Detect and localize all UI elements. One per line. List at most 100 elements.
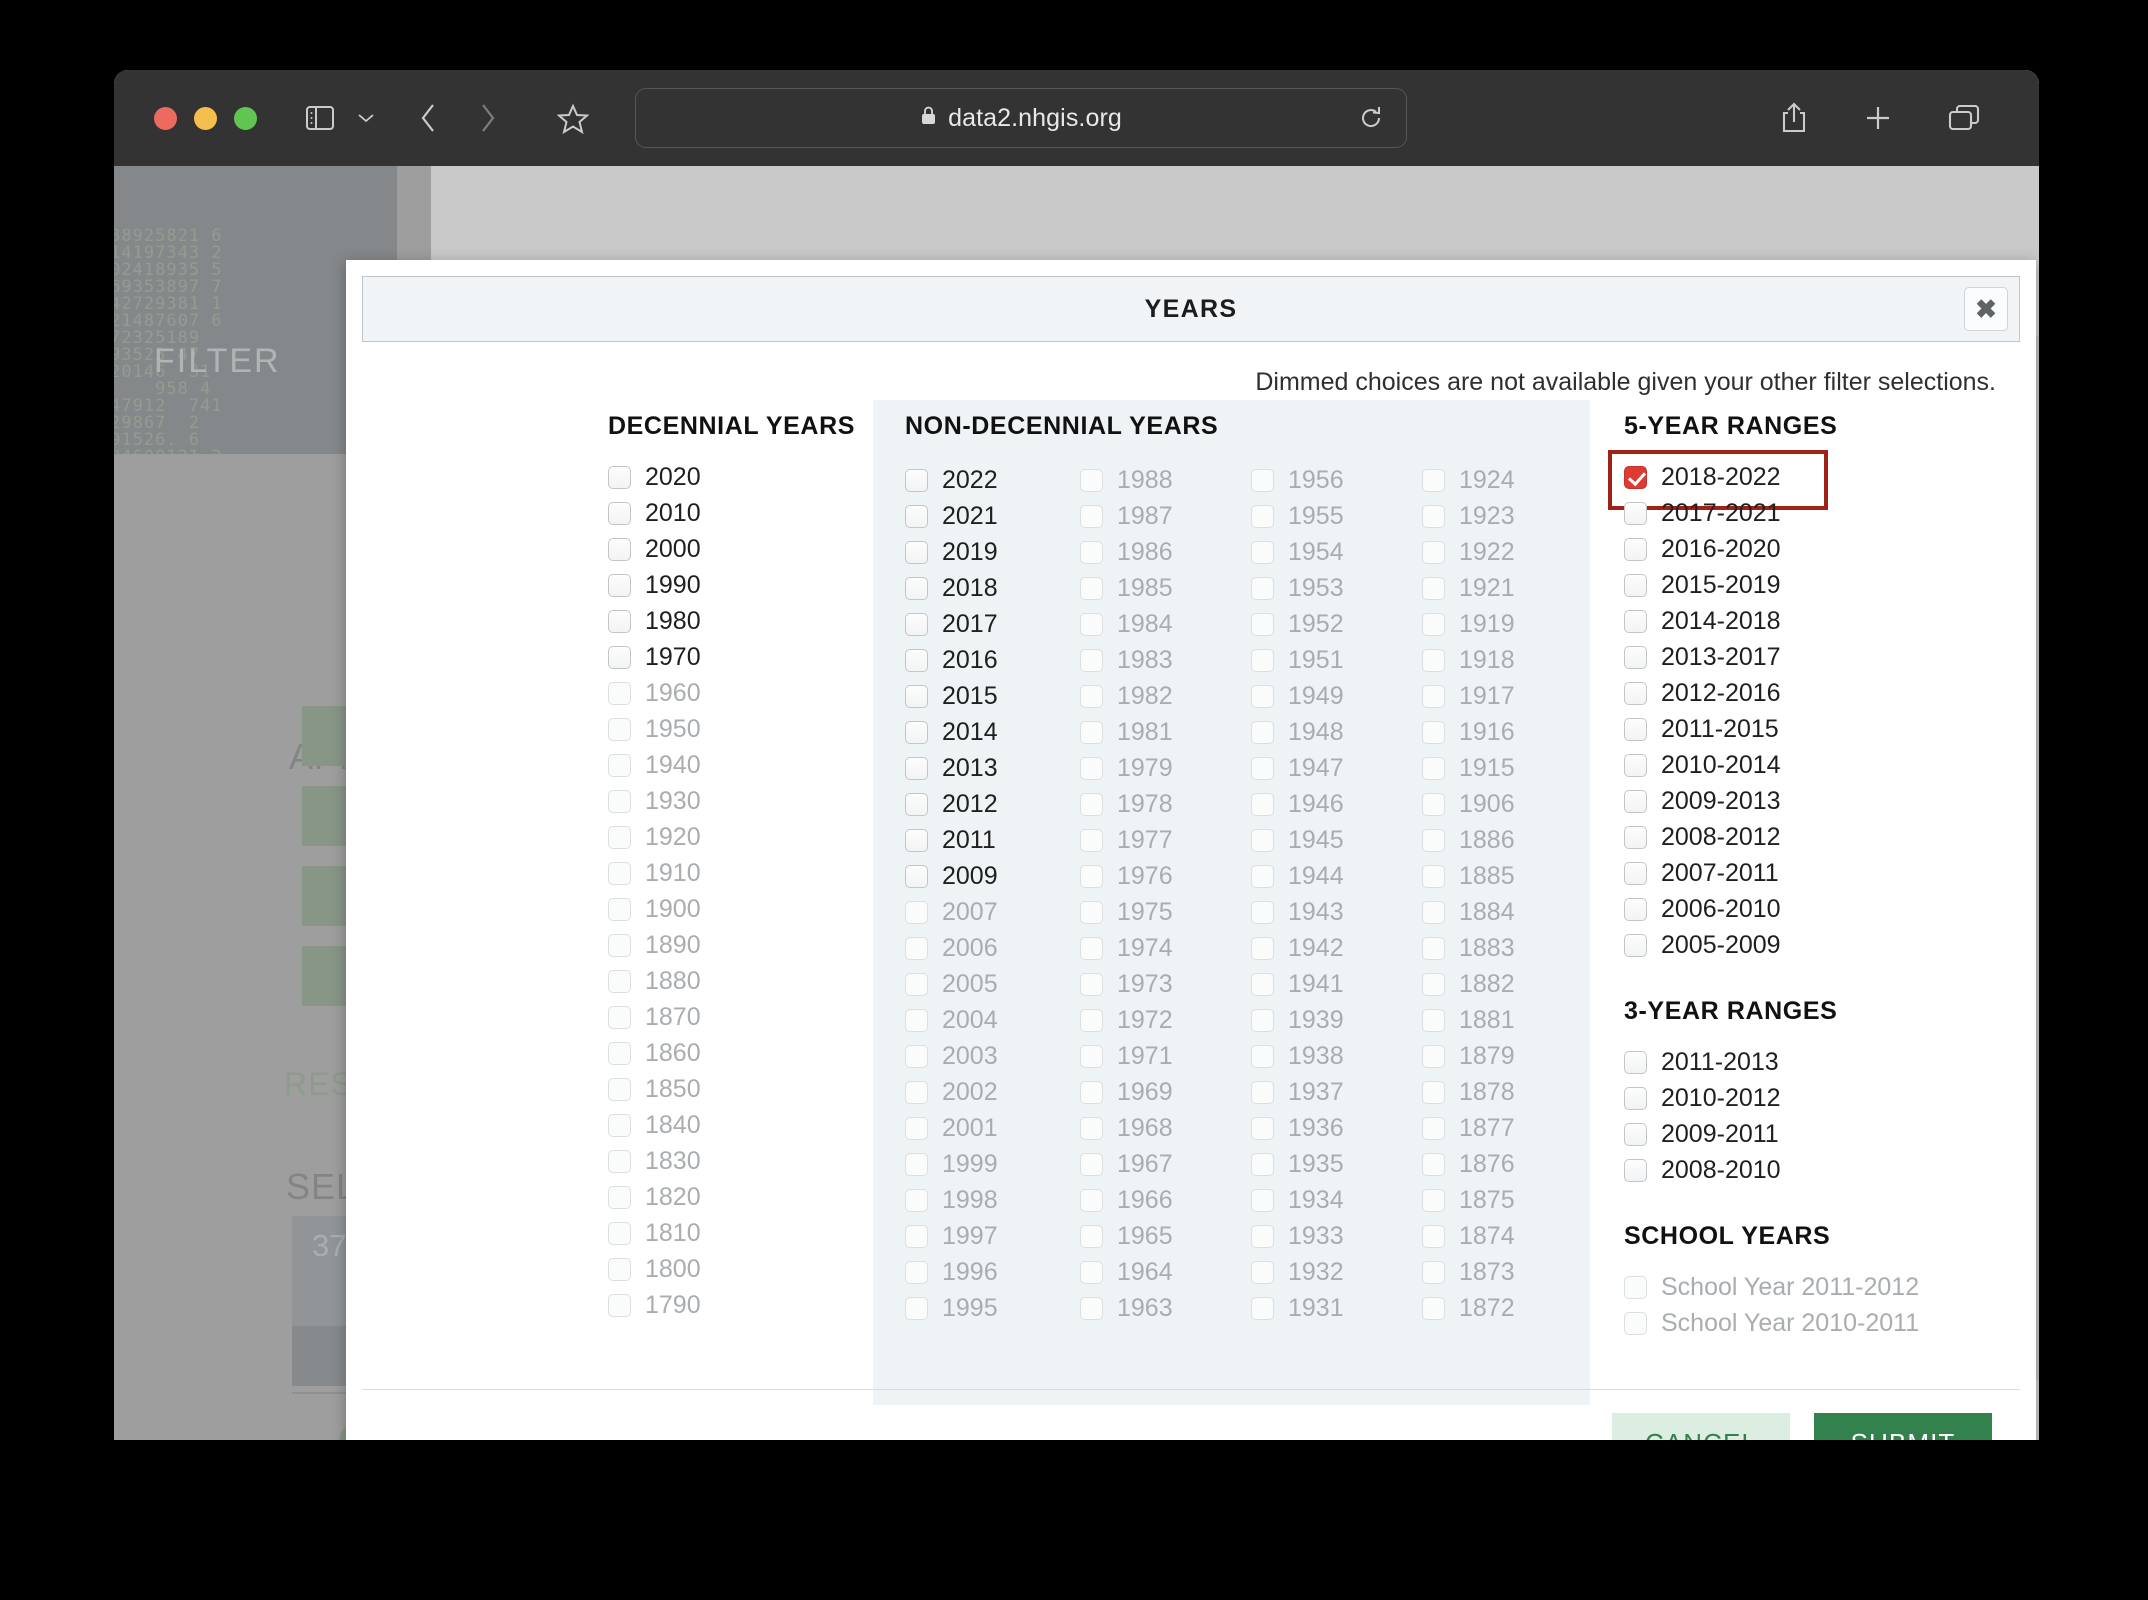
year-option[interactable]: 2017 xyxy=(905,606,1080,642)
year-option[interactable]: 1980 xyxy=(608,603,863,639)
year-option[interactable]: 2016 xyxy=(905,642,1080,678)
checkbox-icon[interactable] xyxy=(905,504,928,528)
checkbox-icon[interactable] xyxy=(608,609,631,633)
year-option[interactable]: 2015-2019 xyxy=(1624,567,2004,603)
checkbox-icon xyxy=(1251,612,1274,636)
checkbox-icon[interactable] xyxy=(1624,645,1647,669)
year-option[interactable]: 2010-2012 xyxy=(1624,1080,2004,1116)
year-option[interactable]: 2009 xyxy=(905,858,1080,894)
share-icon[interactable] xyxy=(1779,101,1809,135)
year-option[interactable]: 2009-2011 xyxy=(1624,1116,2004,1152)
year-option-label: 1975 xyxy=(1117,897,1173,926)
close-window-button[interactable] xyxy=(154,106,177,130)
year-option[interactable]: 2010-2014 xyxy=(1624,747,2004,783)
checkbox-icon[interactable] xyxy=(1624,537,1647,561)
year-option[interactable]: 2012-2016 xyxy=(1624,675,2004,711)
maximize-window-button[interactable] xyxy=(234,106,257,130)
checkbox-checked-icon[interactable] xyxy=(1624,465,1647,489)
checkbox-icon[interactable] xyxy=(608,501,631,525)
checkbox-icon[interactable] xyxy=(1624,681,1647,705)
checkbox-icon[interactable] xyxy=(1624,717,1647,741)
navigation-buttons[interactable] xyxy=(419,102,497,134)
year-option[interactable]: 2018 xyxy=(905,570,1080,606)
reload-icon[interactable] xyxy=(1358,104,1384,132)
checkbox-icon[interactable] xyxy=(1624,1086,1647,1110)
year-option[interactable]: 2014 xyxy=(905,714,1080,750)
back-chevron-icon[interactable] xyxy=(419,102,437,134)
checkbox-icon xyxy=(608,1257,631,1281)
checkbox-icon[interactable] xyxy=(905,612,928,636)
year-option[interactable]: 1970 xyxy=(608,639,863,675)
bookmark-star-icon[interactable] xyxy=(557,103,589,134)
year-option[interactable]: 2017-2021 xyxy=(1624,495,2004,531)
checkbox-icon[interactable] xyxy=(905,576,928,600)
chevron-down-icon[interactable] xyxy=(357,112,375,124)
year-option[interactable]: 2005-2009 xyxy=(1624,927,2004,963)
year-option-label: 1963 xyxy=(1117,1293,1173,1322)
checkbox-icon[interactable] xyxy=(1624,933,1647,957)
address-bar[interactable]: data2.nhgis.org xyxy=(635,88,1407,148)
year-option[interactable]: 2020 xyxy=(608,459,863,495)
modal-body: DECENNIAL YEARS 2020 2010 2000 1990 1980 1970… xyxy=(346,400,2036,1405)
checkbox-icon[interactable] xyxy=(1624,897,1647,921)
checkbox-icon[interactable] xyxy=(905,828,928,852)
checkbox-icon[interactable] xyxy=(905,468,928,492)
year-option[interactable]: 2009-2013 xyxy=(1624,783,2004,819)
checkbox-icon[interactable] xyxy=(1624,609,1647,633)
checkbox-icon[interactable] xyxy=(905,756,928,780)
year-option-label: 1885 xyxy=(1459,861,1515,890)
checkbox-icon[interactable] xyxy=(905,720,928,744)
checkbox-icon[interactable] xyxy=(1624,501,1647,525)
checkbox-icon[interactable] xyxy=(905,684,928,708)
checkbox-icon[interactable] xyxy=(1624,1050,1647,1074)
window-controls[interactable] xyxy=(154,106,257,130)
checkbox-icon[interactable] xyxy=(1624,1122,1647,1146)
year-option[interactable]: 2011-2015 xyxy=(1624,711,2004,747)
checkbox-icon[interactable] xyxy=(1624,789,1647,813)
year-option[interactable]: 2022 xyxy=(905,462,1080,498)
checkbox-icon xyxy=(1080,756,1103,780)
submit-button[interactable]: SUBMIT xyxy=(1814,1412,1992,1440)
year-option[interactable]: 2011 xyxy=(905,822,1080,858)
checkbox-icon[interactable] xyxy=(905,540,928,564)
year-option[interactable]: 2016-2020 xyxy=(1624,531,2004,567)
forward-chevron-icon[interactable] xyxy=(479,102,497,134)
year-option[interactable]: 2019 xyxy=(905,534,1080,570)
year-option: 1949 xyxy=(1251,678,1426,714)
year-option[interactable]: 2013-2017 xyxy=(1624,639,2004,675)
year-option[interactable]: 1990 xyxy=(608,567,863,603)
checkbox-icon[interactable] xyxy=(608,573,631,597)
section-title-decennial: DECENNIAL YEARS xyxy=(608,412,856,440)
tab-overview-icon[interactable] xyxy=(1947,103,1981,133)
sidebar-toggle-button[interactable] xyxy=(305,104,375,132)
cancel-button[interactable]: CANCEL xyxy=(1612,1412,1790,1440)
year-option[interactable]: 2008-2010 xyxy=(1624,1152,2004,1188)
year-option[interactable]: 2014-2018 xyxy=(1624,603,2004,639)
year-option[interactable]: 2000 xyxy=(608,531,863,567)
year-option[interactable]: 2018-2022 xyxy=(1624,459,2004,495)
year-option[interactable]: 2011-2013 xyxy=(1624,1044,2004,1080)
year-option[interactable]: 2008-2012 xyxy=(1624,819,2004,855)
checkbox-icon[interactable] xyxy=(905,864,928,888)
year-option[interactable]: 2010 xyxy=(608,495,863,531)
year-option[interactable]: 2021 xyxy=(905,498,1080,534)
checkbox-icon[interactable] xyxy=(608,537,631,561)
checkbox-icon[interactable] xyxy=(905,792,928,816)
checkbox-icon[interactable] xyxy=(905,648,928,672)
year-option[interactable]: 2006-2010 xyxy=(1624,891,2004,927)
year-option: 1931 xyxy=(1251,1290,1426,1326)
checkbox-icon[interactable] xyxy=(1624,861,1647,885)
year-option[interactable]: 2015 xyxy=(905,678,1080,714)
minimize-window-button[interactable] xyxy=(194,106,217,130)
year-option[interactable]: 2007-2011 xyxy=(1624,855,2004,891)
plus-icon[interactable] xyxy=(1863,103,1893,133)
checkbox-icon[interactable] xyxy=(608,645,631,669)
checkbox-icon[interactable] xyxy=(1624,825,1647,849)
checkbox-icon[interactable] xyxy=(1624,1158,1647,1182)
checkbox-icon[interactable] xyxy=(1624,573,1647,597)
checkbox-icon[interactable] xyxy=(608,465,631,489)
year-option[interactable]: 2012 xyxy=(905,786,1080,822)
checkbox-icon[interactable] xyxy=(1624,753,1647,777)
close-icon[interactable]: ✖ xyxy=(1964,287,2008,331)
year-option[interactable]: 2013 xyxy=(905,750,1080,786)
